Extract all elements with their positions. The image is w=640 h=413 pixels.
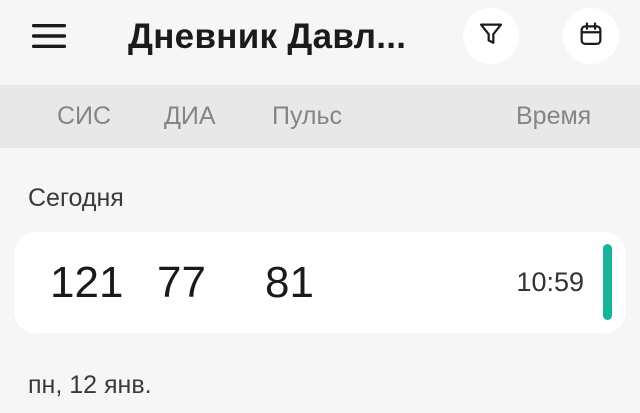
column-header-pulse: Пульс	[272, 102, 343, 130]
record-sys-value: 121	[50, 258, 124, 307]
column-header-row: СИС ДИА Пульс Время	[0, 85, 640, 148]
menu-button[interactable]	[26, 18, 72, 58]
filter-icon	[477, 20, 505, 53]
record-time-value: 10:59	[516, 267, 584, 297]
record-pulse-value: 81	[265, 258, 314, 307]
section-title-today: Сегодня	[28, 184, 124, 212]
app-bar: Дневник Давл...	[0, 0, 640, 82]
filter-button[interactable]	[463, 8, 519, 64]
section-title-date: пн, 12 янв.	[28, 371, 152, 399]
pressure-category-indicator	[603, 244, 612, 320]
record-dia-value: 77	[157, 258, 206, 307]
column-header-dia: ДИА	[164, 102, 216, 130]
calendar-button[interactable]	[563, 8, 619, 64]
column-header-time: Время	[516, 102, 592, 130]
menu-icon	[32, 23, 66, 53]
column-header-sys: СИС	[57, 102, 112, 130]
calendar-icon	[577, 20, 605, 53]
page-title: Дневник Давл...	[128, 17, 407, 56]
record-card[interactable]: 121 77 81 10:59	[14, 232, 626, 333]
